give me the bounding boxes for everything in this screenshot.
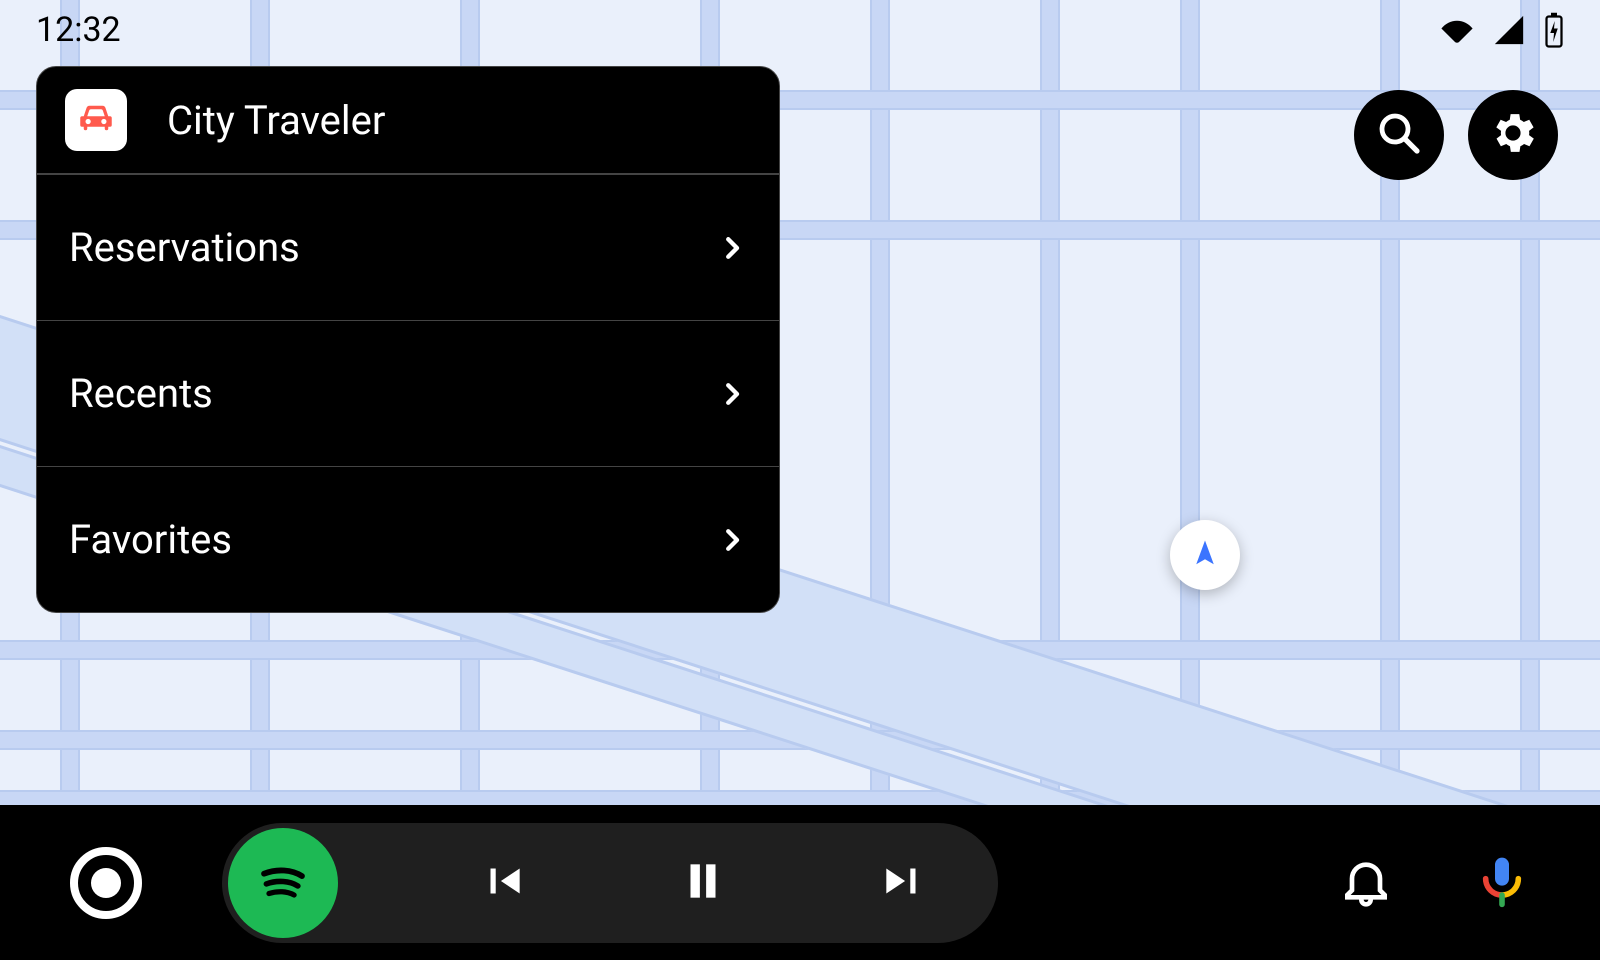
car-icon <box>75 97 117 143</box>
pause-icon <box>678 856 728 910</box>
panel-header: City Traveler <box>37 67 779 174</box>
spotify-app-button[interactable] <box>228 828 338 938</box>
menu-item-recents[interactable]: Recents <box>37 320 779 466</box>
bell-icon <box>1338 853 1394 913</box>
chevron-right-icon <box>717 525 747 555</box>
spotify-icon <box>248 846 318 920</box>
location-arrow-icon <box>1190 538 1220 572</box>
chevron-right-icon <box>717 379 747 409</box>
gear-icon <box>1487 107 1539 163</box>
chevron-right-icon <box>717 233 747 263</box>
skip-next-icon <box>878 856 928 910</box>
status-bar: 12:32 <box>0 0 1600 60</box>
home-button[interactable] <box>70 847 142 919</box>
app-title: City Traveler <box>167 97 385 144</box>
current-location-marker <box>1170 520 1240 590</box>
wifi-icon <box>1440 13 1474 47</box>
bottom-nav-bar <box>0 805 1600 960</box>
search-button[interactable] <box>1354 90 1444 180</box>
menu-item-label: Recents <box>69 370 717 417</box>
play-pause-button[interactable] <box>668 856 738 910</box>
previous-track-button[interactable] <box>468 856 538 910</box>
menu-item-label: Favorites <box>69 516 717 563</box>
home-circle-icon <box>78 868 134 898</box>
media-controls <box>222 823 998 943</box>
assistant-mic-icon <box>1474 853 1530 913</box>
battery-charging-icon <box>1544 12 1564 48</box>
notifications-button[interactable] <box>1338 853 1394 913</box>
signal-icon <box>1492 13 1526 47</box>
menu-item-label: Reservations <box>69 224 717 271</box>
app-icon <box>65 89 127 151</box>
search-icon <box>1375 109 1423 161</box>
settings-button[interactable] <box>1468 90 1558 180</box>
menu-item-reservations[interactable]: Reservations <box>37 174 779 320</box>
menu-item-favorites[interactable]: Favorites <box>37 466 779 612</box>
clock: 12:32 <box>36 10 121 50</box>
voice-assistant-button[interactable] <box>1474 853 1530 913</box>
app-menu-panel: City Traveler Reservations Recents Favor… <box>36 66 780 613</box>
next-track-button[interactable] <box>868 856 938 910</box>
skip-previous-icon <box>478 856 528 910</box>
